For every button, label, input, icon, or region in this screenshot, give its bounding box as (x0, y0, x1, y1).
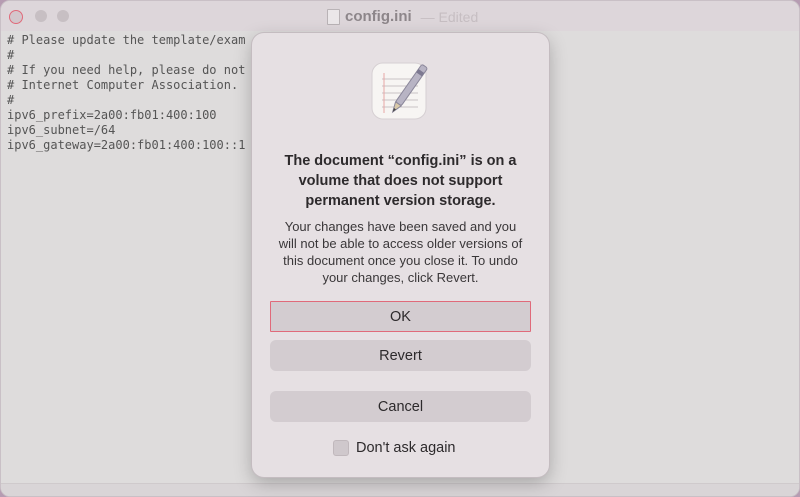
window-title: config.ini (345, 8, 412, 25)
document-icon (327, 8, 340, 25)
version-storage-alert: The document “config.ini” is on a volume… (252, 33, 549, 477)
horizontal-scroll-area (1, 483, 799, 496)
textedit-app-icon (370, 59, 430, 123)
dont-ask-again-label[interactable]: Don't ask again (356, 440, 456, 456)
window-title-area: config.ini — Edited (327, 8, 478, 25)
zoom-window-button[interactable] (57, 10, 69, 22)
dont-ask-again-row[interactable]: Don't ask again (333, 440, 456, 456)
edited-status: — Edited (420, 8, 479, 25)
revert-button[interactable]: Revert (270, 340, 531, 371)
close-window-button[interactable] (9, 10, 23, 24)
alert-headline: The document “config.ini” is on a volume… (284, 153, 517, 209)
ok-button[interactable]: OK (270, 301, 531, 332)
alert-message: Your changes have been saved and you wil… (278, 219, 523, 285)
title-bar: config.ini — Edited (1, 1, 799, 31)
dont-ask-again-checkbox[interactable] (333, 440, 349, 456)
minimize-window-button[interactable] (35, 10, 47, 22)
cancel-button[interactable]: Cancel (270, 391, 531, 422)
